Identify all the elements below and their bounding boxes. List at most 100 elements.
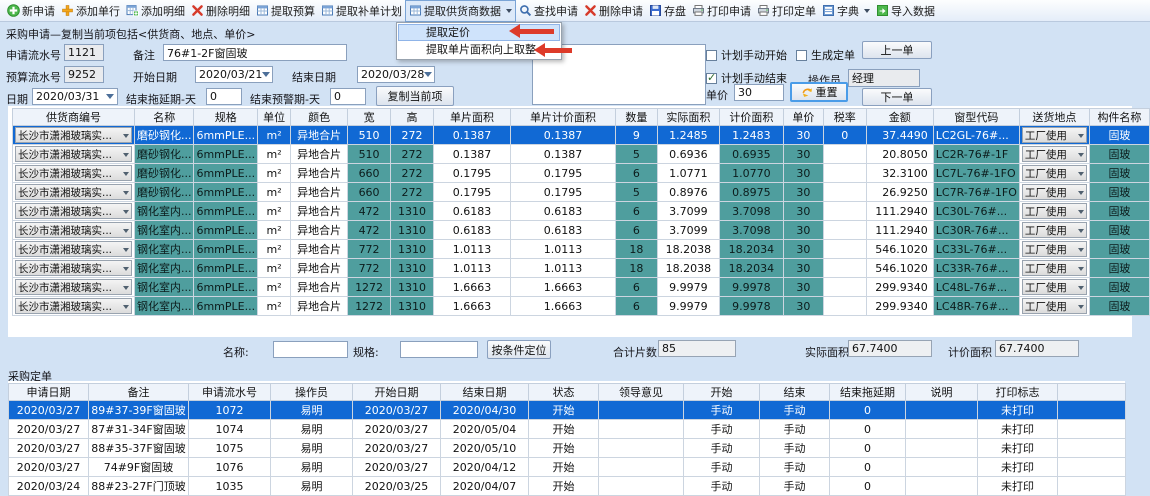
toolbar-button-dictionary[interactable]: 字典 <box>819 1 873 21</box>
column-header-price_area[interactable]: 计价面积 <box>719 109 783 126</box>
column-header-end_delay[interactable]: 结束拖延期 <box>830 384 906 401</box>
column-header-unit[interactable]: 单位 <box>258 109 291 126</box>
delivery-combo[interactable]: 工厂使用 <box>1022 146 1087 162</box>
table-row[interactable]: 长沙市潇湘玻璃实...磨砂钢化...6mmPLE...m²异地合片5102720… <box>13 145 1150 164</box>
column-header-unit_price[interactable]: 单价 <box>783 109 823 126</box>
next-order-button[interactable]: 下一单 <box>862 88 932 106</box>
generate-order-checkbox[interactable]: 生成定单 <box>796 47 855 63</box>
toolbar-button-import-data[interactable]: 导入数据 <box>873 1 938 21</box>
date-picker[interactable]: 2020/03/31 <box>32 88 118 105</box>
column-header-qty[interactable]: 数量 <box>615 109 657 126</box>
toolbar-button-search-request[interactable]: 查找申请 <box>516 1 581 21</box>
column-header-actual_area[interactable]: 实际面积 <box>657 109 719 126</box>
budget-no-field[interactable]: 9252 <box>64 66 104 83</box>
table-row[interactable]: 长沙市潇湘玻璃实...钢化室内...6mmPLE...m²异地合片7721310… <box>13 240 1150 259</box>
table-row[interactable]: 长沙市潇湘玻璃实...钢化室内...6mmPLE...m²异地合片7721310… <box>13 259 1150 278</box>
column-header-height[interactable]: 高 <box>391 109 434 126</box>
delivery-combo[interactable]: 工厂使用 <box>1022 203 1087 219</box>
supplier-combo[interactable]: 长沙市潇湘玻璃实... <box>15 127 132 143</box>
toolbar-button-print-request[interactable]: 打印申请 <box>689 1 754 21</box>
column-header-color[interactable]: 颜色 <box>291 109 348 126</box>
delivery-combo[interactable]: 工厂使用 <box>1022 260 1087 276</box>
toolbar-button-print-order[interactable]: 打印定单 <box>754 1 819 21</box>
operator-field[interactable]: 经理 <box>848 69 920 87</box>
column-header-spec[interactable]: 规格 <box>194 109 258 126</box>
column-header-supplier[interactable]: 供货商编号 <box>13 109 135 126</box>
toolbar-button-extract-supplement-plan[interactable]: 提取补单计划 <box>318 1 405 21</box>
previous-order-button[interactable]: 上一单 <box>862 41 932 59</box>
column-header-start[interactable]: 开始 <box>684 384 760 401</box>
end-warning-input[interactable]: 0 <box>330 88 366 105</box>
copy-current-button[interactable]: 复制当前项 <box>376 86 454 106</box>
toolbar-button-add-detail[interactable]: 添加明细 <box>123 1 188 21</box>
reset-button[interactable]: 重置 <box>790 82 848 102</box>
remark-input[interactable]: 76#1-2F窗固玻 <box>163 44 347 61</box>
column-header-status[interactable]: 状态 <box>529 384 599 401</box>
column-header-end_date[interactable]: 结束日期 <box>441 384 529 401</box>
delivery-combo[interactable]: 工厂使用 <box>1022 241 1087 257</box>
table-row[interactable]: 长沙市潇湘玻璃实...磨砂钢化...6mmPLE...m²异地合片6602720… <box>13 164 1150 183</box>
toolbar-button-delete-request[interactable]: 删除申请 <box>581 1 646 21</box>
table-row[interactable]: 长沙市潇湘玻璃实...钢化室内...6mmPLE...m²异地合片4721310… <box>13 221 1150 240</box>
column-header-piece_price_area[interactable]: 单片计价面积 <box>511 109 616 126</box>
column-header-name[interactable]: 名称 <box>134 109 194 126</box>
manual-start-checkbox[interactable]: 计划手动开始 <box>706 47 787 63</box>
start-date-picker[interactable]: 2020/03/21 <box>195 66 273 83</box>
request-no-field[interactable]: 1121 <box>64 44 104 61</box>
column-header-end[interactable]: 结束 <box>760 384 830 401</box>
table-row[interactable]: 长沙市潇湘玻璃实...磨砂钢化...6mmPLE...m²异地合片6602720… <box>13 183 1150 202</box>
column-header-start_date[interactable]: 开始日期 <box>353 384 441 401</box>
toolbar-button-delete-detail[interactable]: 删除明细 <box>188 1 253 21</box>
filter-name-input[interactable] <box>273 341 348 358</box>
delivery-combo[interactable]: 工厂使用 <box>1022 165 1087 181</box>
table-row[interactable]: 长沙市潇湘玻璃实...钢化室内...6mmPLE...m²异地合片4721310… <box>13 202 1150 221</box>
end-date-picker[interactable]: 2020/03/28 <box>357 66 435 83</box>
delivery-combo[interactable]: 工厂使用 <box>1022 184 1087 200</box>
column-header-piece_area[interactable]: 单片面积 <box>434 109 511 126</box>
column-header-req_no[interactable]: 申请流水号 <box>189 384 271 401</box>
delivery-combo[interactable]: 工厂使用 <box>1022 298 1087 314</box>
table-row[interactable]: 2020/03/2787#31-34F窗固玻1074易明2020/03/2720… <box>9 420 1126 439</box>
column-header-delivery[interactable]: 送货地点 <box>1019 109 1089 126</box>
column-header-req_date[interactable]: 申请日期 <box>9 384 89 401</box>
supplier-combo[interactable]: 长沙市潇湘玻璃实... <box>15 241 132 257</box>
column-header-width[interactable]: 宽 <box>348 109 391 126</box>
column-header-operator[interactable]: 操作员 <box>271 384 353 401</box>
column-header-note[interactable]: 说明 <box>906 384 978 401</box>
column-header-window_code[interactable]: 窗型代码 <box>933 109 1019 126</box>
supplier-combo[interactable]: 长沙市潇湘玻璃实... <box>15 184 132 200</box>
table-row[interactable]: 长沙市潇湘玻璃实...磨砂钢化...6mmPLE...m²异地合片5102720… <box>13 126 1150 145</box>
unit-price-input[interactable]: 30 <box>734 84 784 101</box>
supplier-combo[interactable]: 长沙市潇湘玻璃实... <box>15 260 132 276</box>
table-row[interactable]: 2020/03/2488#23-27F门顶玻1035易明2020/03/2520… <box>9 477 1126 496</box>
supplier-combo[interactable]: 长沙市潇湘玻璃实... <box>15 279 132 295</box>
table-row[interactable]: 2020/03/2789#37-39F窗固玻1072易明2020/03/2720… <box>9 401 1126 420</box>
toolbar-button-extract-supplier-data[interactable]: 提取供货商数据 <box>405 0 516 22</box>
toolbar-button-new-request[interactable]: 新申请 <box>4 1 58 21</box>
column-header-amount[interactable]: 金额 <box>866 109 933 126</box>
column-header-print_flag[interactable]: 打印标志 <box>978 384 1058 401</box>
toolbar-button-add-row[interactable]: 添加单行 <box>58 1 123 21</box>
delivery-combo[interactable]: 工厂使用 <box>1022 279 1087 295</box>
end-delay-input[interactable]: 0 <box>206 88 242 105</box>
column-header-tax[interactable]: 税率 <box>823 109 866 126</box>
supplier-combo[interactable]: 长沙市潇湘玻璃实... <box>15 146 132 162</box>
supplier-combo[interactable]: 长沙市潇湘玻璃实... <box>15 298 132 314</box>
column-header-remark[interactable]: 备注 <box>89 384 189 401</box>
column-header-leader_opinion[interactable]: 领导意见 <box>599 384 684 401</box>
delivery-combo[interactable]: 工厂使用 <box>1022 127 1087 143</box>
delivery-combo[interactable]: 工厂使用 <box>1022 222 1087 238</box>
toolbar-button-save[interactable]: 存盘 <box>646 1 689 21</box>
supplier-combo[interactable]: 长沙市潇湘玻璃实... <box>15 165 132 181</box>
table-row[interactable]: 2020/03/2788#35-37F窗固玻1075易明2020/03/2720… <box>9 439 1126 458</box>
filter-spec-input[interactable] <box>400 341 478 358</box>
table-row[interactable]: 长沙市潇湘玻璃实...钢化室内...6mmPLE...m²异地合片1272131… <box>13 278 1150 297</box>
table-row[interactable]: 2020/03/2774#9F窗固玻1076易明2020/03/272020/0… <box>9 458 1126 477</box>
toolbar-button-extract-budget[interactable]: 提取预算 <box>253 1 318 21</box>
table-row[interactable]: 长沙市潇湘玻璃实...钢化室内...6mmPLE...m²异地合片1272131… <box>13 297 1150 316</box>
supplier-combo[interactable]: 长沙市潇湘玻璃实... <box>15 203 132 219</box>
locate-by-condition-button[interactable]: 按条件定位 <box>487 340 551 359</box>
column-header-part[interactable]: 构件名称 <box>1089 109 1149 126</box>
supplier-combo[interactable]: 长沙市潇湘玻璃实... <box>15 222 132 238</box>
column-header-filler[interactable] <box>1058 384 1126 401</box>
